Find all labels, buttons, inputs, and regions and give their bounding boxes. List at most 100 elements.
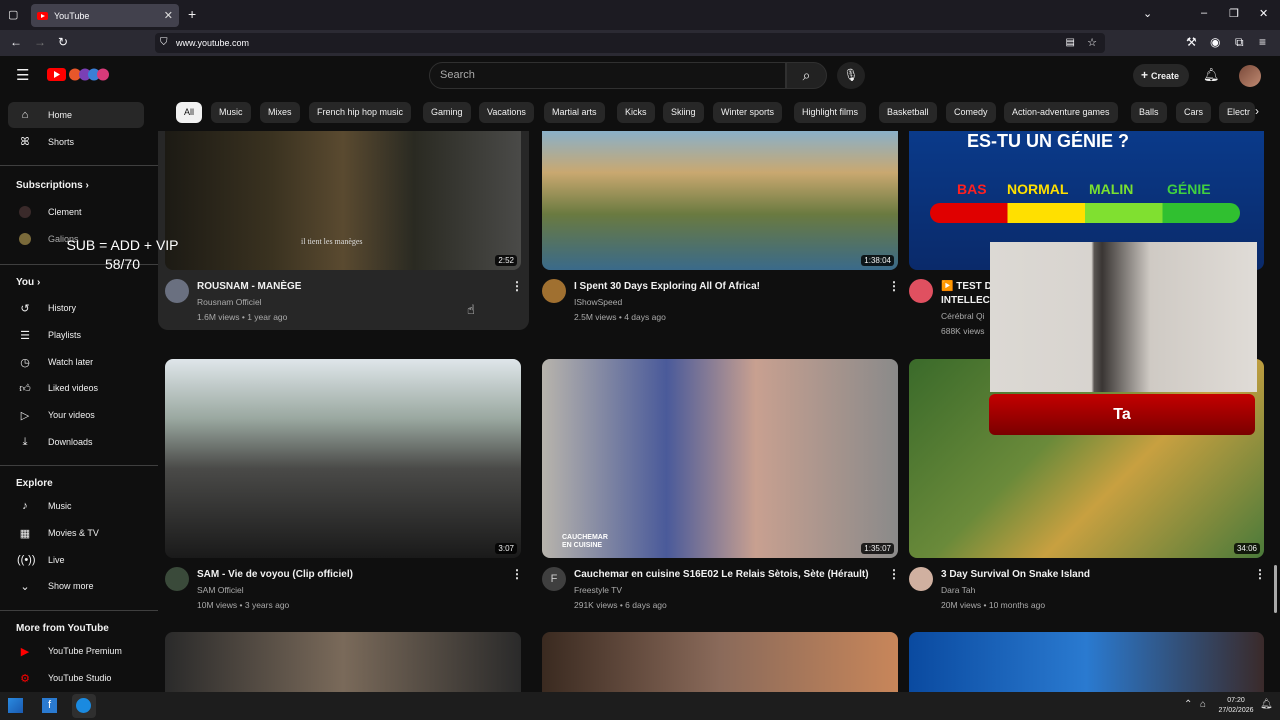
more-options-icon[interactable]: ⋮ [511, 567, 523, 581]
channel-avatar[interactable] [165, 567, 189, 591]
page-scrollbar-thumb[interactable] [1274, 565, 1277, 613]
reload-icon[interactable]: ↻ [58, 35, 68, 49]
chip-winter-sports[interactable]: Winter sports [713, 102, 783, 123]
chip-skiing[interactable]: Skiing [663, 102, 704, 123]
app-icon[interactable]: f [42, 698, 57, 713]
sidebar-item-home[interactable]: ⌂ Home [8, 102, 144, 128]
chip-balls[interactable]: Balls [1131, 102, 1167, 123]
voice-search-button[interactable]: 🎙︎ [837, 62, 865, 89]
subscriptions-heading[interactable]: Subscriptions › [16, 180, 89, 191]
video-thumbnail[interactable]: 1:38:04 [542, 131, 898, 270]
chip-cars[interactable]: Cars [1176, 102, 1212, 123]
chip-kicks[interactable]: Kicks [617, 102, 655, 123]
chip-mixes[interactable]: Mixes [260, 102, 300, 123]
sidebar-item-playlists[interactable]: ☰ Playlists [8, 322, 144, 348]
sidebar-item-watch-later[interactable]: ◷ Watch later [8, 349, 144, 375]
sidebar-item-youtube-studio[interactable]: ⚙ YouTube Studio [8, 665, 144, 691]
windows-start-icon[interactable] [8, 698, 23, 713]
sidebar-item-live[interactable]: ((•)) Live [8, 547, 144, 573]
back-icon[interactable]: ← [10, 35, 22, 49]
video-thumbnail[interactable] [909, 632, 1264, 692]
chip-vacations[interactable]: Vacations [479, 102, 534, 123]
video-title[interactable]: SAM - Vie de voyou (Clip officiel) [197, 569, 353, 580]
close-tab-icon[interactable]: ✕ [164, 9, 173, 22]
video-thumbnail[interactable]: 3:07 [165, 359, 521, 558]
new-tab-icon[interactable]: + [188, 6, 196, 22]
search-input[interactable]: Search [429, 62, 786, 89]
sidebar-item-youtube-premium[interactable]: ▶ YouTube Premium [8, 638, 144, 664]
sidebar-item-downloads[interactable]: ⤓ Downloads [8, 429, 144, 455]
channel-avatar[interactable] [909, 279, 933, 303]
channel-avatar[interactable]: F [542, 567, 566, 591]
channel-name[interactable]: SAM Officiel [197, 585, 244, 595]
tools-icon[interactable]: ⚒ [1186, 35, 1197, 49]
video-thumbnail[interactable]: CAUCHEMAR EN CUISINE 1:35:07 [542, 359, 898, 558]
url-bar[interactable]: ⛉ www.youtube.com ▤ ☆ [155, 33, 1105, 53]
chip-comedy[interactable]: Comedy [946, 102, 996, 123]
sidebar-item-history[interactable]: ↺ History [8, 295, 144, 321]
chevron-up-icon[interactable]: ⌃ [1184, 699, 1192, 710]
reader-view-icon[interactable]: ▤ [1066, 33, 1075, 53]
create-button[interactable]: + Create [1133, 64, 1189, 87]
browser-tab[interactable]: YouTube ✕ [31, 4, 179, 27]
channel-avatar[interactable] [542, 279, 566, 303]
video-thumbnail[interactable] [165, 632, 521, 692]
chip-gaming[interactable]: Gaming [423, 102, 471, 123]
chevron-down-icon[interactable]: ⌄ [1143, 7, 1152, 20]
channel-name[interactable]: Dara Tah [941, 585, 975, 595]
channel-name[interactable]: Cérébral Qi [941, 311, 984, 321]
chip-music[interactable]: Music [211, 102, 251, 123]
sidebar-item-liked-videos[interactable]: 👍︎ Liked videos [8, 375, 144, 401]
video-title[interactable]: Cauchemar en cuisine S16E02 Le Relais Sè… [574, 569, 869, 580]
video-thumbnail[interactable] [542, 632, 898, 692]
extensions-icon[interactable]: ⧉ [1235, 35, 1244, 50]
user-avatar[interactable] [1239, 65, 1261, 87]
sidebar-item-movies-tv[interactable]: ▦ Movies & TV [8, 520, 144, 546]
browser-app-icon[interactable] [76, 698, 91, 713]
more-options-icon[interactable]: ⋮ [888, 279, 900, 293]
menu-icon[interactable]: ≡ [1259, 35, 1266, 49]
minimize-icon[interactable]: – [1201, 7, 1207, 19]
account-icon[interactable]: ◉ [1210, 35, 1220, 49]
more-options-icon[interactable]: ⋮ [511, 279, 523, 293]
notifications-icon[interactable]: 🔔︎ [1260, 699, 1273, 710]
bookmark-star-icon[interactable]: ☆ [1087, 33, 1097, 53]
sidebar-item-your-videos[interactable]: ▷ Your videos [8, 402, 144, 428]
channel-avatar[interactable] [909, 567, 933, 591]
sidebar-item-show-more[interactable]: ⌄ Show more [8, 573, 144, 599]
notifications-bell-icon[interactable]: 🔔︎ [1203, 67, 1220, 83]
forward-icon[interactable]: → [34, 35, 46, 49]
channel-name[interactable]: IShowSpeed [574, 297, 622, 307]
chip-action-adventure[interactable]: Action-adventure games [1004, 102, 1118, 123]
youtube-logo[interactable] [47, 67, 113, 82]
chip-french-hip-hop[interactable]: French hip hop music [309, 102, 412, 123]
more-options-icon[interactable]: ⋮ [1254, 567, 1266, 581]
sidebar-item-music[interactable]: ♪ Music [8, 493, 144, 519]
taskbar-clock[interactable]: 07:20 27/02/2026 [1215, 696, 1257, 716]
tab-list-icon[interactable]: ▢ [8, 8, 18, 21]
channel-name[interactable]: Freestyle TV [574, 585, 622, 595]
channel-name[interactable]: Rousnam Officiel [197, 297, 262, 307]
video-thumbnail[interactable]: il tient les manèges 2:52 [165, 131, 521, 270]
video-title[interactable]: ▶️ TEST D [941, 281, 992, 292]
chip-electr[interactable]: Electr [1219, 102, 1255, 123]
video-title[interactable]: I Spent 30 Days Exploring All Of Africa! [574, 281, 760, 292]
video-title-line2[interactable]: INTELLECT [941, 295, 996, 306]
you-heading[interactable]: You › [16, 277, 40, 288]
chevron-right-icon[interactable]: › [1255, 104, 1259, 118]
video-title[interactable]: ROUSNAM - MANÈGE [197, 281, 301, 292]
sidebar-item-shorts[interactable]: ꕤ Shorts [8, 129, 144, 155]
chip-all[interactable]: All [176, 102, 203, 123]
network-icon[interactable]: ⌂ [1200, 699, 1206, 710]
chip-basketball[interactable]: Basketball [879, 102, 937, 123]
more-options-icon[interactable]: ⋮ [888, 567, 900, 581]
close-window-icon[interactable]: ✕ [1259, 7, 1268, 20]
search-button[interactable]: ⌕ [786, 62, 827, 89]
chip-martial-arts[interactable]: Martial arts [544, 102, 605, 123]
sidebar-item-clement[interactable]: Clement [8, 199, 144, 225]
hamburger-menu-icon[interactable]: ☰ [16, 66, 29, 84]
chip-highlight-films[interactable]: Highlight films [794, 102, 867, 123]
maximize-icon[interactable]: ❐ [1229, 7, 1239, 20]
video-title[interactable]: 3 Day Survival On Snake Island [941, 569, 1090, 580]
channel-avatar[interactable] [165, 279, 189, 303]
